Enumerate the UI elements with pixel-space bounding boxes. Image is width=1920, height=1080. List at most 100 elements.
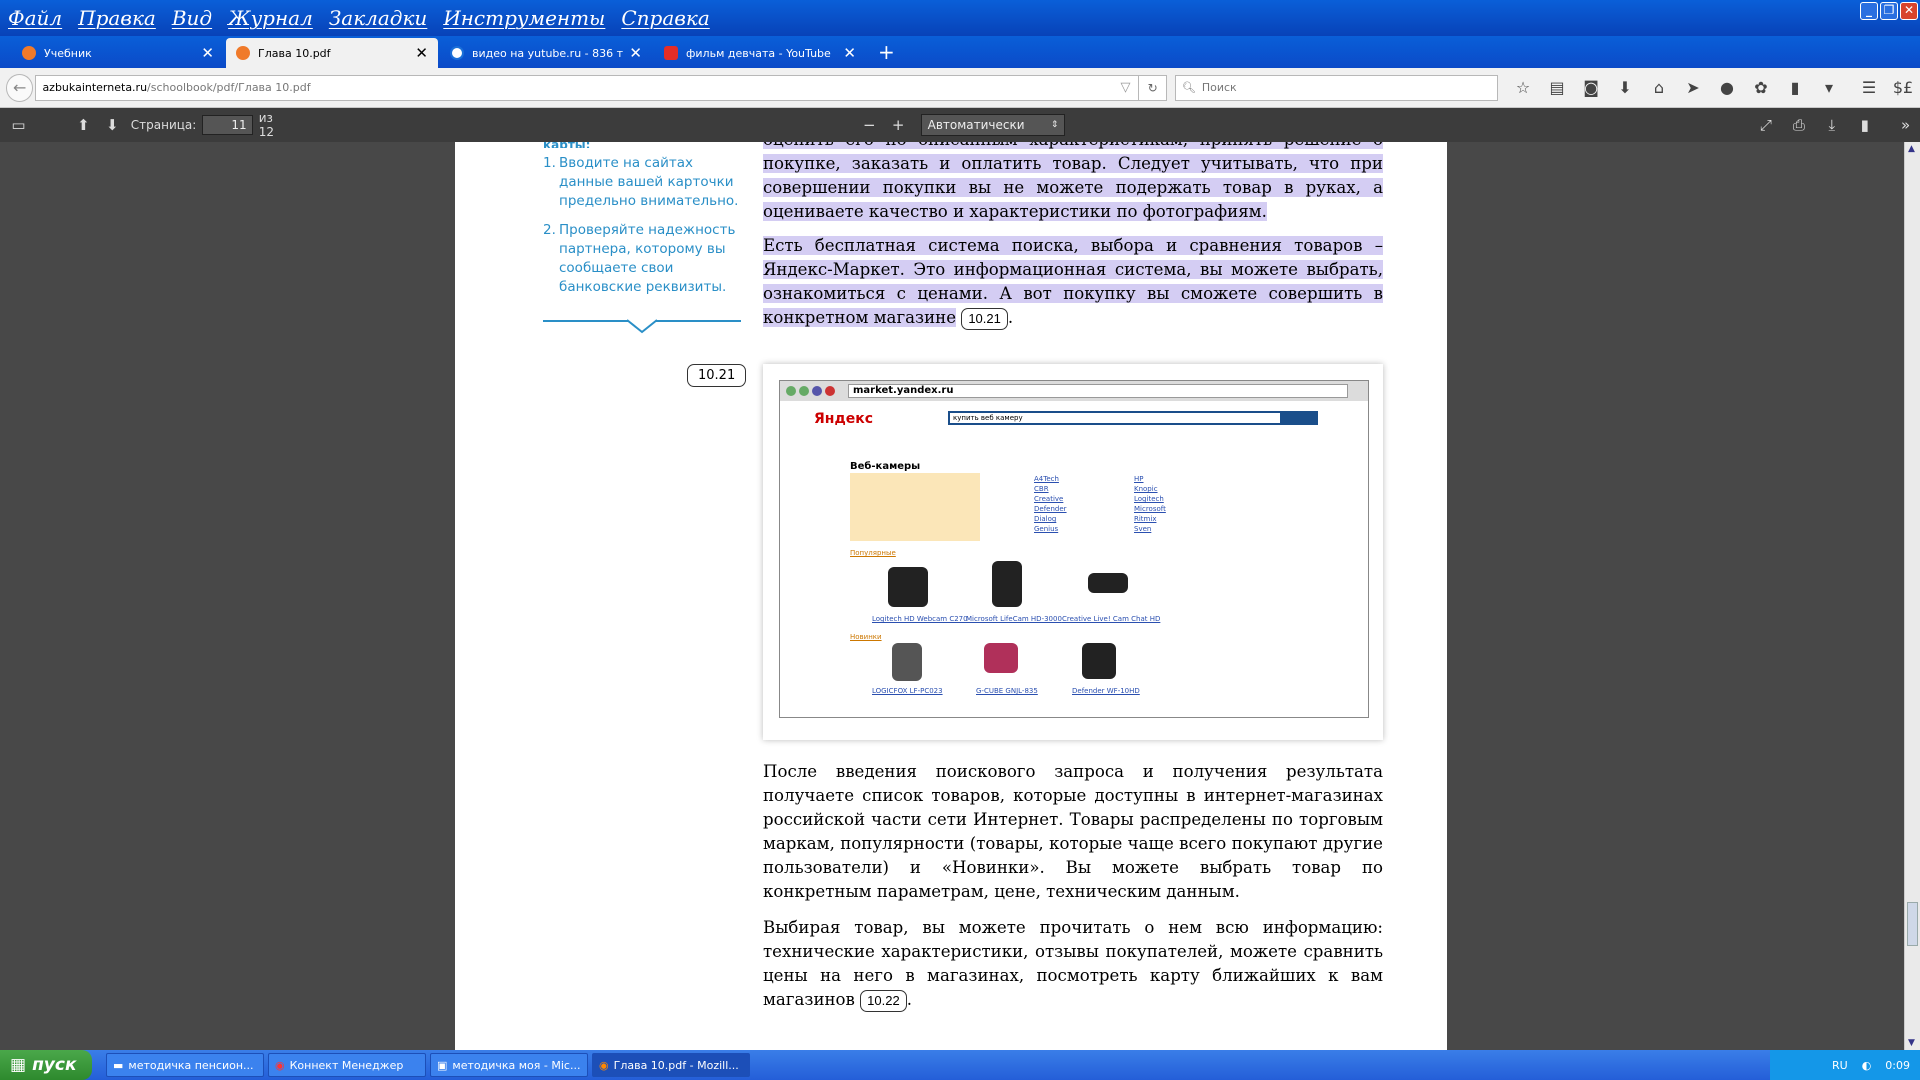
browser-titlebar: market.yandex.ru [780, 381, 1368, 401]
figure-label: 10.21 [687, 364, 747, 387]
window-dot-icon [786, 386, 796, 396]
tab-bar: Учебник ✕ Глава 10.pdf ✕ видео на yutube… [0, 36, 1920, 68]
pdf-page: карты: 1.Вводите на сайтах данные вашей … [455, 142, 1447, 1050]
save-icon[interactable]: ⤓ [1817, 116, 1846, 134]
addon-icon[interactable]: $£ [1886, 78, 1920, 97]
menu-file[interactable]: Файл [8, 6, 62, 30]
tab-title: Глава 10.pdf [258, 46, 331, 60]
new-tab-button[interactable]: + [878, 40, 895, 64]
tab-video-search[interactable]: видео на yutube.ru - 836 ты... ✕ [440, 38, 652, 68]
network-icon[interactable]: ◐ [1862, 1059, 1872, 1072]
menu-edit[interactable]: Правка [78, 6, 156, 30]
reload-icon[interactable]: ↻ [1139, 74, 1167, 101]
tips-sidebar: карты: 1.Вводите на сайтах данные вашей … [543, 142, 743, 307]
brand-link: Defender [1034, 505, 1067, 513]
menu-history[interactable]: Журнал [228, 6, 313, 30]
page-number-input[interactable]: 11 [202, 115, 253, 135]
address-bar[interactable]: azbukainterneta.ru /schoolbook/pdf/Глава… [35, 74, 1140, 101]
pocket-icon[interactable]: ◙ [1574, 78, 1608, 97]
reading-list-icon[interactable]: ▤ [1540, 78, 1574, 97]
taskbar-item-label: Коннект Менеджер [289, 1058, 404, 1072]
next-page-icon[interactable]: ⬇ [98, 116, 127, 134]
figure-ref: 10.22 [860, 989, 907, 1012]
url-path: /schoolbook/pdf/Глава 10.pdf [147, 81, 311, 94]
brand-link: Ritmix [1134, 515, 1157, 523]
bookmark-star-icon[interactable]: ☆ [1506, 78, 1540, 97]
scroll-thumb[interactable] [1907, 902, 1918, 946]
product-link: Logitech HD Webcam C270 [872, 615, 968, 623]
minimize-icon[interactable]: _ [1860, 2, 1878, 20]
close-tab-icon[interactable]: ✕ [415, 44, 428, 62]
tip-item: 2. Проверяйте надежность партнера, которо… [543, 221, 743, 297]
extension-icon[interactable]: ✿ [1744, 78, 1778, 97]
close-tab-icon[interactable]: ✕ [629, 44, 642, 62]
hamburger-menu-icon[interactable]: ☰ [1852, 78, 1886, 97]
start-label: пуск [32, 1055, 77, 1075]
language-indicator[interactable]: RU [1832, 1059, 1848, 1072]
search-icon: 🔍︎ [1181, 81, 1196, 94]
print-icon[interactable]: ⎙ [1784, 116, 1813, 134]
start-button[interactable]: ▦ пуск [0, 1050, 92, 1080]
paragraph-1-text: оценить его по описанным характеристикам… [763, 142, 1383, 221]
zoom-out-icon[interactable]: − [855, 116, 884, 134]
tip-number: 2. [543, 222, 556, 238]
page-label: Страница: [130, 118, 197, 132]
tools-chevron-icon[interactable]: » [1891, 116, 1920, 134]
figure-ref: 10.21 [961, 307, 1008, 330]
restore-icon[interactable]: ❐ [1880, 2, 1898, 20]
paragraph-4: Выбирая товар, вы можете прочитать о нем… [763, 916, 1383, 1012]
brand-link: A4Tech [1034, 475, 1059, 483]
taskbar-item[interactable]: ▣ методичка моя - Mic... [430, 1053, 588, 1077]
fullscreen-icon[interactable]: ⤢ [1751, 116, 1780, 134]
window-dot-icon [799, 386, 809, 396]
taskbar-item[interactable]: ◉ Глава 10.pdf - Mozill... [592, 1053, 750, 1077]
screenshot-url: market.yandex.ru [848, 384, 1348, 398]
taskbar-item[interactable]: ▬ методичка пенсион... [106, 1053, 264, 1077]
back-button[interactable]: ← [6, 73, 34, 102]
clock[interactable]: 0:09 [1885, 1059, 1910, 1072]
menu-help[interactable]: Справка [621, 6, 709, 30]
search-input[interactable]: 🔍︎ Поиск [1174, 74, 1498, 101]
new-label: Новинки [850, 633, 882, 641]
tab-youtube[interactable]: фильм девчата - YouTube ✕ [654, 38, 866, 68]
firefox-icon: ◉ [599, 1058, 609, 1072]
close-tab-icon[interactable]: ✕ [201, 44, 214, 62]
pdf-viewer[interactable]: карты: 1.Вводите на сайтах данные вашей … [0, 142, 1904, 1050]
url-host: azbukainterneta.ru [42, 81, 148, 94]
send-icon[interactable]: ➤ [1676, 78, 1710, 97]
screenshot-search-value: купить веб камеру [950, 413, 1280, 423]
product-link: LOGICFOX LF-PC023 [872, 687, 943, 695]
dropdown-arrow-icon[interactable]: ▽ [1120, 80, 1138, 95]
bookmark-icon[interactable]: ▮ [1850, 116, 1879, 134]
product-link: G-CUBE GNJL-835 [976, 687, 1038, 695]
brand-link: Dialog [1034, 515, 1057, 523]
menu-view[interactable]: Вид [172, 6, 212, 30]
close-window-icon[interactable]: ✕ [1900, 2, 1918, 20]
zoom-in-icon[interactable]: + [884, 116, 913, 134]
tab-glava10[interactable]: Глава 10.pdf ✕ [226, 38, 438, 68]
yandex-logo: Яндекс [814, 411, 874, 427]
zoom-select[interactable]: Автоматически ⇕ [920, 114, 1066, 136]
dropdown-arrow-icon: ⇕ [1050, 120, 1059, 130]
vertical-scrollbar[interactable]: ▲ ▼ [1904, 142, 1920, 1050]
close-tab-icon[interactable]: ✕ [843, 44, 856, 62]
page-total: из 12 [258, 111, 274, 139]
chat-icon[interactable]: ● [1710, 78, 1744, 97]
site-favicon-icon [22, 46, 36, 60]
scroll-up-icon[interactable]: ▲ [1908, 144, 1915, 154]
menu-bookmarks[interactable]: Закладки [329, 6, 428, 30]
sidebar-toggle-icon[interactable]: ▭ [4, 116, 33, 134]
tab-title: фильм девчата - YouTube [686, 46, 831, 60]
chevron-down-icon[interactable]: ▾ [1812, 78, 1846, 97]
menu-tools[interactable]: Инструменты [443, 6, 605, 30]
home-icon[interactable]: ⌂ [1642, 78, 1676, 97]
scroll-down-icon[interactable]: ▼ [1908, 1038, 1915, 1048]
product-link: Microsoft LifeCam HD-3000 [966, 615, 1062, 623]
paragraph-3: После введения поискового запроса и полу… [763, 760, 1383, 904]
prev-page-icon[interactable]: ⬆ [69, 116, 98, 134]
screenshot-search: купить веб камеру [948, 411, 1318, 425]
tab-uchebnik[interactable]: Учебник ✕ [12, 38, 224, 68]
taskbar-item[interactable]: ◉ Коннект Менеджер [268, 1053, 426, 1077]
download-icon[interactable]: ⬇ [1608, 78, 1642, 97]
clipboard-icon[interactable]: ▮ [1778, 78, 1812, 97]
